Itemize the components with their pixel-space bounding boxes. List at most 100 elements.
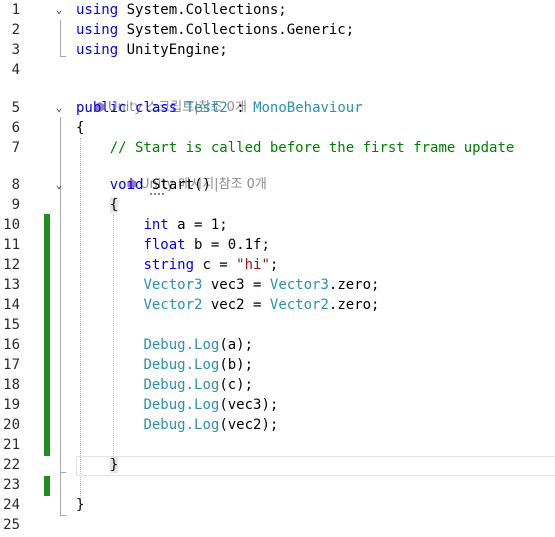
keyword: class	[135, 100, 178, 116]
line-number: 13	[3, 277, 20, 293]
type-name: Vector2	[143, 297, 203, 313]
colon: :	[227, 100, 254, 116]
keyword: int	[143, 217, 169, 233]
code-text: Vector2 vec2 = Vector2.zero;	[76, 295, 379, 315]
code-line[interactable]: 20 Debug.Log(vec2);	[0, 415, 555, 435]
statement: b = 0.1f;	[185, 237, 270, 253]
line-number: 4	[11, 62, 20, 78]
arguments: (vec3);	[219, 397, 279, 413]
code-editor[interactable]: 1 ⌄ using System.Collections; 2 using Sy…	[0, 0, 555, 537]
method-call: .Log	[185, 377, 220, 393]
code-line[interactable]: 1 ⌄ using System.Collections;	[0, 0, 555, 20]
keyword: float	[143, 237, 186, 253]
brace: {	[109, 197, 119, 213]
code-text: Debug.Log(c);	[76, 375, 253, 395]
code-line[interactable]: 14 Vector2 vec2 = Vector2.zero;	[0, 295, 555, 315]
line-number: 8	[11, 177, 20, 193]
code-text: float b = 0.1f;	[76, 235, 270, 255]
brace: }	[109, 457, 119, 473]
base-class: MonoBehaviour	[253, 100, 363, 116]
code-line[interactable]: 22 }	[0, 455, 555, 475]
code-line[interactable]: 2 using System.Collections.Generic;	[0, 20, 555, 40]
line-number: 6	[11, 120, 20, 136]
code-line[interactable]: 9 {	[0, 195, 555, 215]
line-number: 25	[3, 517, 20, 533]
code-text: }	[76, 455, 119, 475]
code-text: Debug.Log(vec2);	[76, 415, 278, 435]
line-number: 23	[3, 477, 20, 493]
code-line[interactable]: 12 string c = "hi";	[0, 255, 555, 275]
code-text: public class Test2 : MonoBehaviour	[76, 98, 363, 118]
chevron-down-icon[interactable]: ⌄	[52, 175, 66, 195]
namespace: System.Collections.Generic;	[118, 22, 355, 38]
code-line[interactable]: 19 Debug.Log(vec3);	[0, 395, 555, 415]
type-name: Vector2	[269, 297, 329, 313]
code-line[interactable]: 16 Debug.Log(a);	[0, 335, 555, 355]
line-number: 11	[3, 237, 20, 253]
type-name: Debug	[143, 397, 186, 413]
code-text: using System.Collections.Generic;	[76, 20, 354, 40]
type-name: Debug	[143, 417, 186, 433]
line-number: 3	[11, 42, 20, 58]
method-call: .Log	[185, 337, 220, 353]
statement: vec3 =	[202, 277, 270, 293]
code-line[interactable]: 11 float b = 0.1f;	[0, 235, 555, 255]
code-line[interactable]: 18 Debug.Log(c);	[0, 375, 555, 395]
arguments: (a);	[219, 337, 254, 353]
line-number: 12	[3, 257, 20, 273]
code-text: int a = 1;	[76, 215, 228, 235]
code-line[interactable]: 7 // Start is called before the first fr…	[0, 138, 555, 158]
code-text: using UnityEngine;	[76, 40, 228, 60]
line-number: 5	[11, 100, 20, 116]
code-line[interactable]: 4	[0, 60, 555, 80]
code-text: Debug.Log(vec3);	[76, 395, 278, 415]
code-text: string c = "hi";	[76, 255, 278, 275]
keyword: using	[76, 22, 119, 38]
line-number: 24	[3, 497, 20, 513]
line-number: 18	[3, 377, 20, 393]
code-line[interactable]: 5 ⌄ public class Test2 : MonoBehaviour	[0, 98, 555, 118]
code-line[interactable]: 13 Vector3 vec3 = Vector3.zero;	[0, 275, 555, 295]
line-number: 2	[11, 22, 20, 38]
code-line[interactable]: 23	[0, 475, 555, 495]
parens: ()	[194, 177, 211, 193]
method-call: .Log	[185, 397, 220, 413]
codelens-class[interactable]: ⬢ Unity 스크립트|참조 0개	[78, 80, 247, 115]
code-text: {	[76, 120, 85, 136]
line-number: 17	[3, 357, 20, 373]
code-line[interactable]: 25	[0, 515, 555, 535]
keyword: using	[76, 42, 119, 58]
code-line[interactable]: 15	[0, 315, 555, 335]
code-text: Debug.Log(b);	[76, 355, 253, 375]
statement: .zero;	[328, 277, 380, 293]
method-call: .Log	[185, 357, 220, 373]
namespace: System.Collections;	[118, 2, 287, 18]
method-call: .Log	[185, 417, 220, 433]
line-number: 15	[3, 317, 20, 333]
code-line[interactable]: 10 int a = 1;	[0, 215, 555, 235]
codelens-method[interactable]: ⬢ Unity 메시지|참조 0개	[110, 157, 267, 192]
code-text: Debug.Log(a);	[76, 335, 253, 355]
string-literal: "hi"	[236, 257, 270, 273]
code-line[interactable]: 6 {	[0, 118, 555, 138]
arguments: (c);	[219, 377, 254, 393]
line-number: 9	[11, 197, 20, 213]
line-number: 19	[3, 397, 20, 413]
code-line[interactable]: 8 ⌄ void Start()	[0, 175, 555, 195]
method-name: Start	[151, 177, 195, 193]
type-name: Debug	[143, 377, 186, 393]
code-line[interactable]: 3 using UnityEngine;	[0, 40, 555, 60]
type-name: Vector3	[143, 277, 203, 293]
code-line[interactable]: 24 }	[0, 495, 555, 515]
class-name: Test2	[185, 100, 228, 116]
statement: a = 1;	[168, 217, 228, 233]
statement: vec2 =	[202, 297, 270, 313]
chevron-down-icon[interactable]: ⌄	[52, 0, 66, 20]
statement: .zero;	[328, 297, 380, 313]
code-line[interactable]: 21	[0, 435, 555, 455]
code-line[interactable]: 17 Debug.Log(b);	[0, 355, 555, 375]
namespace: UnityEngine;	[118, 42, 228, 58]
type-name: Debug	[143, 357, 186, 373]
chevron-down-icon[interactable]: ⌄	[52, 98, 66, 118]
type-name: Vector3	[269, 277, 329, 293]
